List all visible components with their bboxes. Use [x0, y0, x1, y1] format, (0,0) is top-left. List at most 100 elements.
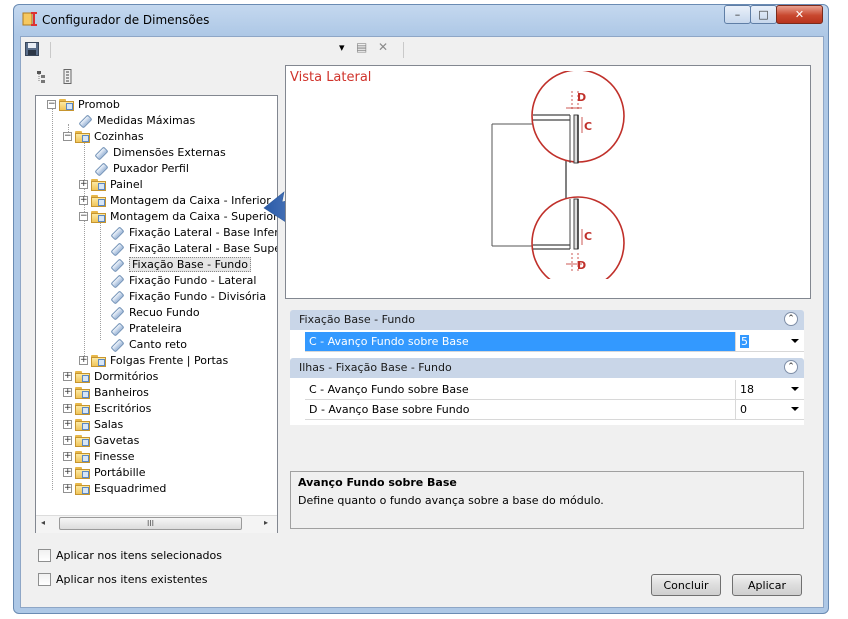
apply-selected-option[interactable]: Aplicar nos itens selecionados	[38, 547, 222, 563]
expand-icon[interactable]: +	[79, 195, 88, 205]
tree-node-promob[interactable]: − Promob	[47, 96, 120, 112]
collapse-icon[interactable]: −	[79, 211, 88, 221]
help-title: Avanço Fundo sobre Base	[298, 476, 457, 489]
property-row-avanco-fundo[interactable]: C - Avanço Fundo sobre Base 5	[305, 332, 804, 352]
tree-node-fixacao-lateral-superior[interactable]: Fixação Lateral - Base Superior	[111, 240, 277, 256]
toolbar-separator	[403, 42, 404, 58]
scroll-right-icon[interactable]: ▸	[264, 518, 268, 527]
diagram-label-c-bottom: C	[584, 230, 593, 243]
expand-icon[interactable]: +	[63, 403, 72, 413]
property-row-ilhas-avanco-base[interactable]: D - Avanço Base sobre Fundo 0	[305, 400, 804, 420]
chevron-down-icon[interactable]	[791, 407, 799, 411]
expand-icon[interactable]: +	[63, 483, 72, 493]
tree-node-dimensoes[interactable]: Dimensões Externas	[95, 144, 226, 160]
expand-icon[interactable]: +	[79, 179, 88, 189]
help-description: Define quanto o fundo avança sobre a bas…	[298, 494, 604, 507]
delete-icon[interactable]: ✕	[378, 40, 388, 54]
tree-node-dormitorios[interactable]: + Dormitórios	[63, 368, 158, 384]
property-name: C - Avanço Fundo sobre Base	[309, 383, 469, 396]
collapse-icon[interactable]: ⌃	[784, 312, 798, 326]
scroll-thumb[interactable]: III	[59, 517, 242, 530]
tree-node-recuo-fundo[interactable]: Recuo Fundo	[111, 304, 200, 320]
property-value[interactable]: 0	[740, 403, 747, 416]
tree-node-escritorios[interactable]: + Escritórios	[63, 400, 151, 416]
diagram-title: Vista Lateral	[290, 70, 372, 85]
expand-icon[interactable]: +	[63, 451, 72, 461]
tree-node-montagem-inferior[interactable]: + Montagem da Caixa - Inferior	[79, 192, 271, 208]
folder-icon	[91, 194, 107, 207]
minimize-button[interactable]: –	[724, 5, 751, 24]
property-row-ilhas-avanco-fundo[interactable]: C - Avanço Fundo sobre Base 18	[305, 380, 804, 400]
tree-node-prateleira[interactable]: Prateleira	[111, 320, 182, 336]
maximize-button[interactable]: □	[750, 5, 777, 24]
tree-node-fixacao-fundo-lateral[interactable]: Fixação Fundo - Lateral	[111, 272, 256, 288]
property-value-select[interactable]: 5	[735, 332, 804, 351]
list-action-icon[interactable]: ▤	[356, 40, 367, 54]
measure-icon	[79, 113, 93, 127]
tree-node-cozinhas[interactable]: − Cozinhas	[63, 128, 144, 144]
tree-node-medidas[interactable]: Medidas Máximas	[79, 112, 195, 128]
expand-icon[interactable]: +	[63, 435, 72, 445]
combo-dropdown-icon[interactable]: ▾	[339, 41, 345, 54]
diagram-label-d-bottom: D	[577, 259, 587, 272]
property-value-select[interactable]: 0	[735, 400, 804, 419]
close-button[interactable]: ✕	[776, 5, 823, 24]
collapse-icon[interactable]: ⌃	[784, 360, 798, 374]
folder-icon	[91, 354, 107, 367]
tree-node-fixacao-fundo-divisoria[interactable]: Fixação Fundo - Divisória	[111, 288, 266, 304]
apply-existing-checkbox[interactable]	[38, 572, 51, 586]
apply-existing-option[interactable]: Aplicar nos itens existentes	[38, 571, 207, 587]
measure-icon	[111, 273, 125, 287]
folder-icon	[75, 482, 91, 495]
finish-button[interactable]: Concluir	[651, 574, 721, 596]
measure-icon	[111, 225, 125, 239]
expand-icon[interactable]: +	[63, 371, 72, 381]
tree-node-esquadrimed[interactable]: + Esquadrimed	[63, 480, 166, 496]
tree-node-puxador[interactable]: Puxador Perfil	[95, 160, 189, 176]
tree-node-fixacao-lateral-inferior[interactable]: Fixação Lateral - Base Inferior	[111, 224, 277, 240]
diagram-label-c-top: C	[584, 120, 593, 133]
scroll-left-icon[interactable]: ◂	[41, 518, 45, 527]
property-value-select[interactable]: 18	[735, 380, 804, 399]
measure-icon	[111, 241, 125, 255]
tree-node-montagem-superior[interactable]: − Montagem da Caixa - Superior	[79, 208, 277, 224]
measure-icon	[111, 257, 125, 271]
expand-icon[interactable]: +	[63, 467, 72, 477]
app-icon	[22, 11, 38, 27]
tree-node-canto-reto[interactable]: Canto reto	[111, 336, 187, 352]
tree-node-portabille[interactable]: + Portábille	[63, 464, 145, 480]
tree-view-icon[interactable]	[36, 70, 50, 84]
tree-node-painel[interactable]: + Painel	[79, 176, 143, 192]
expand-icon[interactable]: +	[63, 387, 72, 397]
apply-selected-checkbox[interactable]	[38, 548, 51, 562]
folder-icon	[91, 210, 107, 223]
collapse-icon[interactable]: −	[47, 99, 56, 109]
tree-node-folgas[interactable]: + Folgas Frente | Portas	[79, 352, 228, 368]
measure-icon	[111, 305, 125, 319]
property-value[interactable]: 18	[740, 383, 754, 396]
folder-icon	[75, 434, 91, 447]
tree-node-banheiros[interactable]: + Banheiros	[63, 384, 149, 400]
tree-node-salas[interactable]: + Salas	[63, 416, 123, 432]
measure-icon	[111, 321, 125, 335]
category-fixacao-base-fundo[interactable]: Fixação Base - Fundo ⌃	[290, 310, 804, 330]
expand-all-icon[interactable]	[62, 69, 74, 84]
property-name: D - Avanço Base sobre Fundo	[309, 403, 470, 416]
expand-icon[interactable]: +	[79, 355, 88, 365]
measure-icon	[111, 289, 125, 303]
window-title: Configurador de Dimensões	[42, 13, 210, 27]
side-view-diagram	[486, 69, 626, 290]
dimension-tree[interactable]: − Promob Medidas Máximas − Cozinhas Dime…	[35, 95, 278, 533]
collapse-icon[interactable]: −	[63, 131, 72, 141]
chevron-down-icon[interactable]	[791, 387, 799, 391]
tree-node-fixacao-base-fundo[interactable]: Fixação Base - Fundo	[111, 256, 251, 272]
chevron-down-icon[interactable]	[791, 339, 799, 343]
category-ilhas[interactable]: Ilhas - Fixação Base - Fundo ⌃	[290, 358, 804, 378]
tree-node-finesse[interactable]: + Finesse	[63, 448, 135, 464]
save-icon[interactable]	[25, 42, 39, 56]
expand-icon[interactable]: +	[63, 419, 72, 429]
property-value[interactable]: 5	[740, 335, 749, 348]
tree-node-gavetas[interactable]: + Gavetas	[63, 432, 139, 448]
folder-icon	[59, 98, 75, 111]
apply-button[interactable]: Aplicar	[732, 574, 802, 596]
